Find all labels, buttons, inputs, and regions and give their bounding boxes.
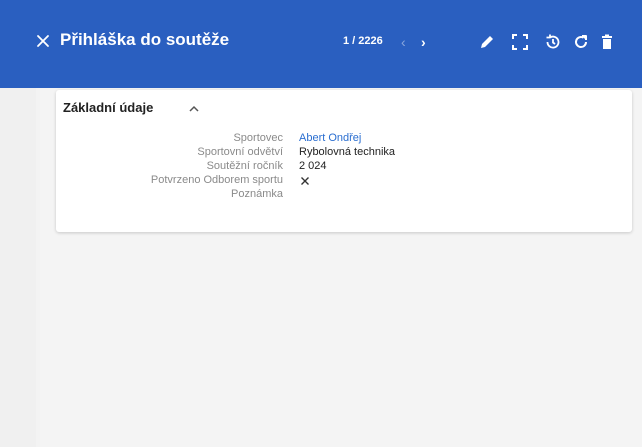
- page-title: Přihláška do soutěže: [60, 30, 230, 49]
- expand-icon[interactable]: [511, 33, 529, 51]
- field-value: Rybolovná technika: [299, 146, 396, 158]
- field-value: 2 024: [299, 160, 327, 172]
- athlete-link[interactable]: Abert Ondřej: [299, 132, 361, 144]
- history-icon[interactable]: [544, 33, 562, 51]
- cross-icon: [300, 176, 310, 186]
- left-strip: [0, 88, 36, 447]
- field-label: Sportovní odvětví: [197, 146, 283, 158]
- chevron-up-icon[interactable]: [188, 101, 200, 112]
- field-label: Soutěžní ročník: [206, 160, 283, 172]
- close-icon[interactable]: [36, 34, 50, 48]
- section-title: Základní údaje: [63, 100, 154, 115]
- field-row: Potvrzeno Odborem sportu: [56, 174, 632, 188]
- refresh-icon[interactable]: [572, 33, 590, 51]
- field-row: Soutěžní ročník 2 024: [56, 160, 632, 174]
- field-label: Potvrzeno Odborem sportu: [150, 174, 283, 186]
- field-row: Sportovec Abert Ondřej: [56, 132, 632, 146]
- field-row: Sportovní odvětví Rybolovná technika: [56, 146, 632, 160]
- field-row: Poznámka: [56, 188, 632, 202]
- edit-pencil-icon[interactable]: [478, 33, 496, 51]
- chevron-right-icon[interactable]: ›: [421, 34, 426, 50]
- top-bar: Přihláška do soutěže 1 / 2226 ‹ ›: [0, 0, 642, 88]
- field-label: Poznámka: [231, 188, 283, 200]
- basic-info-card: Základní údaje Sportovec Abert Ondřej Sp…: [56, 90, 632, 232]
- field-label: Sportovec: [233, 132, 283, 144]
- record-counter: 1 / 2226: [343, 35, 383, 47]
- chevron-left-icon[interactable]: ‹: [401, 34, 406, 50]
- delete-icon[interactable]: [598, 33, 616, 51]
